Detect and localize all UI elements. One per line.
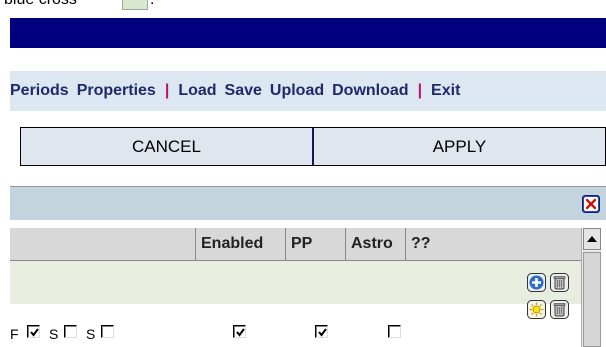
column-header-blank	[10, 228, 196, 260]
menu-item-periods[interactable]: Periods	[10, 82, 73, 100]
sun-icon[interactable]	[527, 300, 546, 319]
add-icon[interactable]	[527, 273, 546, 292]
title-bar	[10, 18, 606, 48]
close-icon[interactable]	[582, 195, 600, 213]
caption-icon-fragment	[122, 0, 148, 10]
menu-item-save[interactable]: Save	[221, 82, 266, 100]
cancel-button[interactable]: CANCEL	[20, 127, 314, 166]
panel-header	[10, 186, 606, 220]
apply-button[interactable]: APPLY	[314, 127, 606, 166]
column-header-enabled[interactable]: Enabled	[196, 228, 286, 260]
action-buttons: CANCEL APPLY	[20, 127, 606, 166]
vertical-scrollbar[interactable]	[581, 228, 601, 347]
menu-item-properties[interactable]: Properties	[73, 82, 160, 100]
scroll-up-arrow-icon[interactable]	[583, 228, 601, 250]
column-header-astro[interactable]: Astro	[346, 228, 406, 260]
scroll-thumb[interactable]	[583, 252, 601, 347]
checkbox-s2[interactable]	[101, 325, 114, 338]
trash-icon[interactable]	[550, 273, 569, 292]
checkbox-astro[interactable]	[388, 325, 401, 338]
menu-bar: Periods Properties | Load Save Upload Do…	[10, 71, 606, 111]
caption-text: blue cross	[4, 0, 77, 11]
column-header-pp[interactable]: PP	[286, 228, 346, 260]
row-label-s1: S	[49, 326, 59, 342]
checkbox-pp[interactable]	[315, 325, 328, 338]
menu-item-upload[interactable]: Upload	[266, 82, 328, 100]
checkbox-s1[interactable]	[64, 325, 77, 338]
menu-item-load[interactable]: Load	[174, 82, 220, 100]
menu-separator: |	[164, 82, 170, 99]
menu-item-download[interactable]: Download	[328, 82, 412, 100]
caption-text-end: .	[150, 0, 154, 9]
row-label-f: F	[10, 326, 19, 342]
row-label-s2: S	[86, 326, 96, 342]
trash-icon[interactable]	[550, 300, 569, 319]
checkbox-f[interactable]	[27, 325, 40, 338]
column-header-unknown[interactable]: ??	[406, 228, 581, 260]
table-header: Enabled PP Astro ??	[10, 228, 581, 261]
checkbox-enabled[interactable]	[233, 325, 246, 338]
add-row	[10, 261, 581, 304]
menu-item-exit[interactable]: Exit	[427, 82, 464, 100]
menu-separator: |	[417, 82, 423, 99]
table-row: F S S	[10, 300, 581, 347]
